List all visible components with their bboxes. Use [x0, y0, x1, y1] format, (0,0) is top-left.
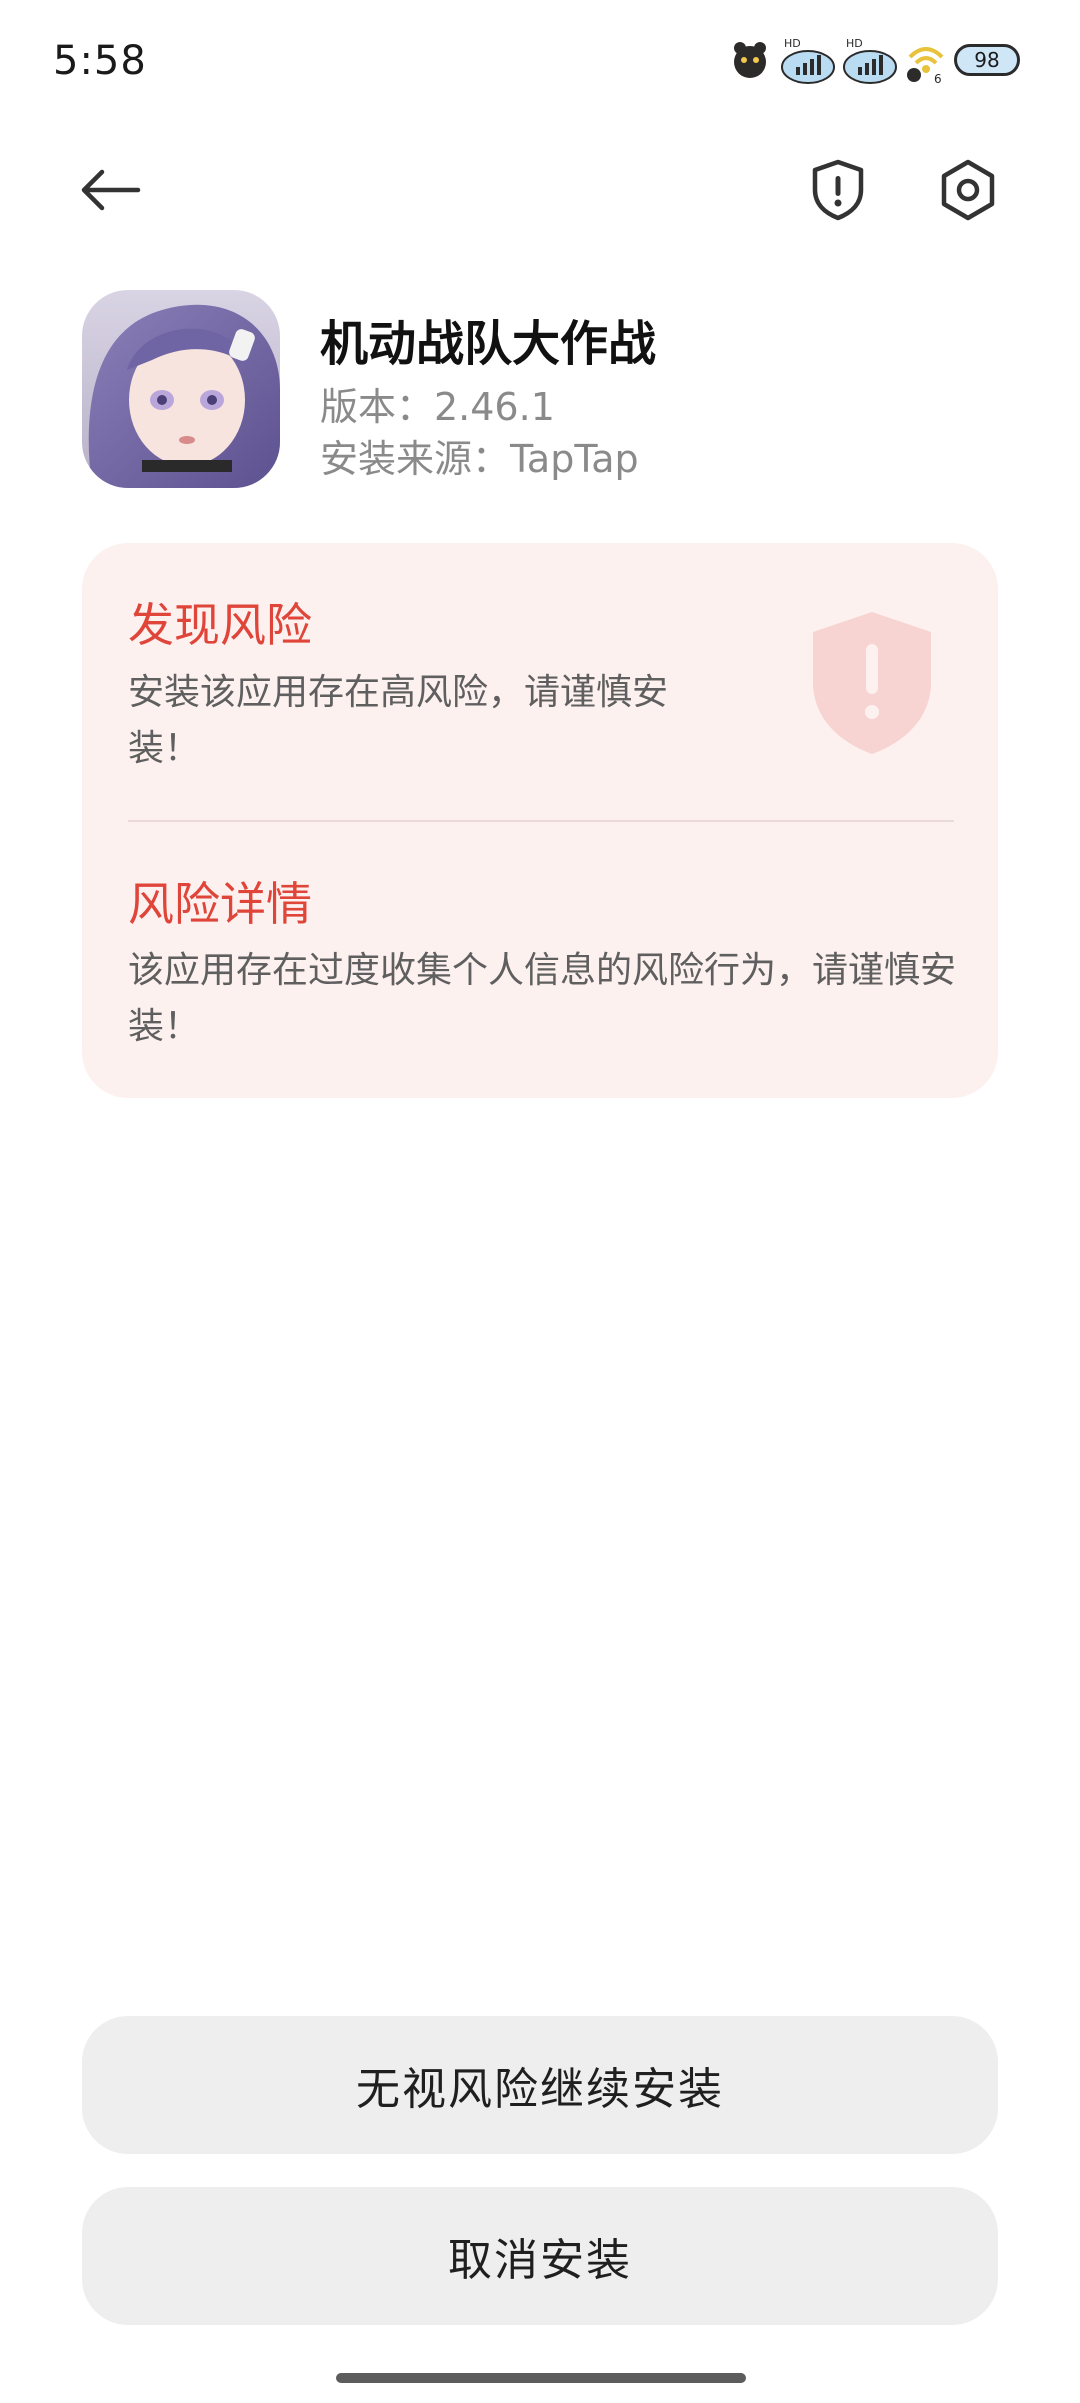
- app-install-source: 安装来源：TapTap: [320, 437, 639, 481]
- wifi-icon: 6: [907, 47, 944, 85]
- status-time: 5:58: [53, 38, 147, 84]
- status-icons: HD HD 6 98: [726, 30, 1020, 90]
- back-button[interactable]: [60, 140, 160, 240]
- shield-exclamation-icon: [812, 159, 864, 221]
- risk-details-title: 风险详情: [128, 877, 312, 931]
- home-indicator[interactable]: [336, 2373, 746, 2383]
- settings-button[interactable]: [918, 140, 1018, 240]
- risk-warning-card: 发现风险 安装该应用存在高风险，请谨慎安装！ 风险详情 该应用存在过度收集个人信…: [82, 543, 998, 1098]
- risk-details-message: 该应用存在过度收集个人信息的风险行为，请谨慎安装！: [128, 950, 957, 1047]
- signal-strength-2-icon: HD: [843, 37, 897, 84]
- svg-text:HD: HD: [784, 37, 801, 50]
- security-info-button[interactable]: [788, 140, 888, 240]
- app-icon: [82, 290, 280, 488]
- cancel-install-button[interactable]: 取消安装: [82, 2187, 998, 2325]
- svg-text:6: 6: [934, 72, 942, 85]
- risk-divider: [128, 820, 954, 822]
- risk-shield-icon: [813, 612, 931, 754]
- top-nav: [0, 140, 1080, 240]
- install-risk-screen: 5:58 HD HD 6 98 机动战队大作战 版本：2.46.1 安装来源：T…: [0, 0, 1080, 2403]
- battery-indicator: 98: [954, 44, 1020, 76]
- continue-install-button[interactable]: 无视风险继续安装: [82, 2016, 998, 2154]
- status-bar: 5:58 HD HD 6 98: [0, 0, 1080, 120]
- risk-found-title: 发现风险: [128, 598, 312, 652]
- svg-text:HD: HD: [846, 37, 863, 50]
- arrow-left-icon: [81, 169, 141, 211]
- notification-app-icon: [734, 42, 766, 78]
- gear-icon: [941, 159, 995, 221]
- app-header: 机动战队大作战 版本：2.46.1 安装来源：TapTap: [82, 290, 1002, 490]
- app-version: 版本：2.46.1: [320, 385, 555, 429]
- signal-strength-icon: HD: [781, 37, 835, 84]
- app-name: 机动战队大作战: [320, 316, 657, 372]
- risk-found-message: 安装该应用存在高风险，请谨慎安装！: [128, 672, 669, 769]
- battery-level: 98: [974, 48, 1000, 72]
